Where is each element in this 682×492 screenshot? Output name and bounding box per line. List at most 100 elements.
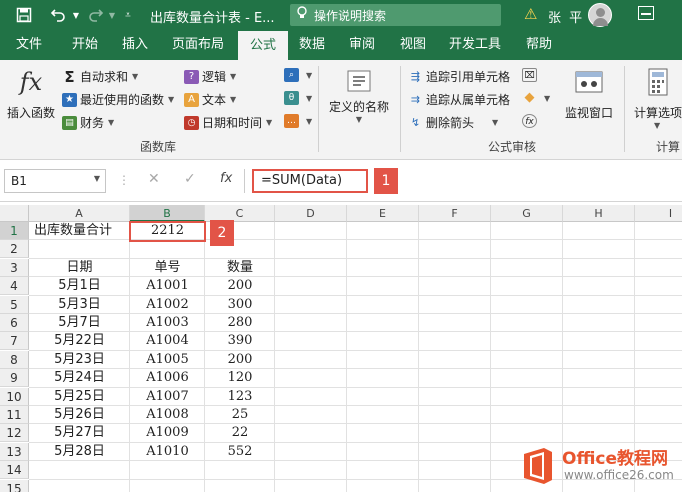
column-header[interactable]: I [635,205,682,222]
cell-order[interactable]: A1002 [130,296,205,314]
user-name[interactable]: 张 平 [548,7,584,26]
column-header[interactable]: D [275,205,347,222]
show-formulas-button[interactable]: ⌧ [522,68,540,82]
cell-order[interactable]: A1003 [130,314,205,332]
cell-order[interactable]: A1009 [130,424,205,442]
row-header[interactable]: 9 [0,369,29,388]
customize-toolbar-icon[interactable]: ⩡ [118,5,138,25]
row-header[interactable]: 7 [0,332,29,351]
logical-button[interactable]: ? 逻辑 ▼ [184,68,236,85]
cell-qty[interactable]: 300 [205,296,275,314]
row-header[interactable]: 4 [0,277,29,296]
error-checking-button[interactable]: ◆ ▼ [522,91,551,105]
tab-page-layout[interactable]: 页面布局 [158,30,238,60]
cell-date[interactable]: 5月7日 [29,314,130,332]
tab-insert[interactable]: 插入 [112,30,158,60]
row-header[interactable]: 13 [0,442,29,461]
row-header[interactable]: 14 [0,461,29,480]
row-header[interactable]: 6 [0,314,29,332]
column-header[interactable]: F [419,205,491,222]
lookup-reference-button[interactable]: ⌕ ▼ [284,68,312,82]
tab-developer[interactable]: 开发工具 [438,30,512,60]
cell-date[interactable]: 5月3日 [29,296,130,314]
recently-used-button[interactable]: ★ 最近使用的函数 ▼ [62,91,174,108]
cell-qty[interactable]: 25 [205,406,275,424]
insert-function-button[interactable]: fx 插入函数 [4,66,58,121]
column-header[interactable]: E [347,205,419,222]
cell-order[interactable]: A1007 [130,388,205,406]
remove-arrows-button[interactable]: ↯ 删除箭头 ▼ [408,114,498,131]
watch-window-button[interactable]: 监视窗口 [558,66,620,121]
row-header[interactable]: 10 [0,387,29,406]
cell-date[interactable]: 5月1日 [29,277,130,295]
column-header[interactable]: A [29,205,130,222]
calculation-options-button[interactable]: 计算选项 ▼ [630,66,682,130]
tab-file[interactable]: 文件 [0,30,58,60]
tab-data[interactable]: 数据 [288,30,336,60]
tab-formulas[interactable]: 公式 [238,30,288,60]
undo-dropdown-icon[interactable]: ▼ [66,5,86,25]
cell-date[interactable]: 5月23日 [29,351,130,369]
row-header[interactable]: 12 [0,424,29,443]
ribbon-display-options-icon[interactable] [638,6,654,20]
more-functions-button[interactable]: … ▼ [284,114,312,128]
undo-icon[interactable] [48,5,68,25]
formula-input[interactable]: =SUM(Data) [252,169,368,193]
avatar[interactable] [588,3,612,27]
defined-names-button[interactable]: 定义的名称 ▼ [324,66,394,124]
save-icon[interactable] [14,5,34,25]
cell-order[interactable]: A1001 [130,277,205,295]
date-time-button[interactable]: ◷ 日期和时间 ▼ [184,114,272,131]
cell-order[interactable]: A1006 [130,369,205,387]
column-header[interactable]: H [563,205,635,222]
row-header[interactable]: 15 [0,479,29,492]
cell-order[interactable]: A1010 [130,443,205,461]
cell-date[interactable]: 5月27日 [29,424,130,442]
cell-qty[interactable]: 200 [205,277,275,295]
trace-precedents-button[interactable]: ⇶ 追踪引用单元格 [408,68,510,85]
autosum-button[interactable]: Σ 自动求和 ▼ [62,68,138,85]
header-order[interactable]: 单号 [130,259,205,277]
cell-date[interactable]: 5月28日 [29,443,130,461]
cell-qty[interactable]: 22 [205,424,275,442]
tab-view[interactable]: 视图 [388,30,438,60]
tab-help[interactable]: 帮助 [512,30,566,60]
column-header[interactable]: B [130,205,205,222]
row-header[interactable]: 3 [0,258,29,277]
cell-qty[interactable]: 123 [205,388,275,406]
tab-review[interactable]: 审阅 [336,30,388,60]
cell-order[interactable]: A1005 [130,351,205,369]
cell-date[interactable]: 5月26日 [29,406,130,424]
cancel-icon[interactable]: ✕ [148,171,160,187]
text-button[interactable]: A 文本 ▼ [184,91,236,108]
cell-order[interactable]: A1004 [130,332,205,350]
select-all-corner[interactable] [0,205,29,222]
evaluate-formula-button[interactable]: fx [522,114,540,128]
row-header[interactable]: 8 [0,350,29,369]
cell-qty[interactable]: 390 [205,332,275,350]
header-date[interactable]: 日期 [29,259,130,277]
enter-check-icon[interactable]: ✓ [184,171,196,187]
column-header[interactable]: G [491,205,563,222]
header-qty[interactable]: 数量 [205,259,275,277]
insert-function-icon[interactable]: fx [220,171,232,186]
tell-me-search[interactable]: 操作说明搜索 [290,4,501,26]
cell-qty[interactable]: 552 [205,443,275,461]
warning-icon[interactable]: ⚠ [524,5,537,23]
cell-qty[interactable]: 280 [205,314,275,332]
cell-date[interactable]: 5月24日 [29,369,130,387]
row-header[interactable]: 11 [0,406,29,424]
cell-date[interactable]: 5月25日 [29,388,130,406]
tab-home[interactable]: 开始 [58,30,112,60]
chevron-down-icon[interactable]: ▼ [94,174,100,183]
name-box[interactable]: B1 ▼ [4,169,106,193]
row-header[interactable]: 5 [0,295,29,314]
trace-dependents-button[interactable]: ⇉ 追踪从属单元格 [408,91,510,108]
cell-qty[interactable]: 200 [205,351,275,369]
math-trig-button[interactable]: θ ▼ [284,91,312,105]
cell-qty[interactable]: 120 [205,369,275,387]
row-header[interactable]: 1 [0,222,29,240]
drag-handle-icon[interactable]: ⋮ [118,173,130,187]
cell-order[interactable]: A1008 [130,406,205,424]
cell-date[interactable]: 5月22日 [29,332,130,350]
